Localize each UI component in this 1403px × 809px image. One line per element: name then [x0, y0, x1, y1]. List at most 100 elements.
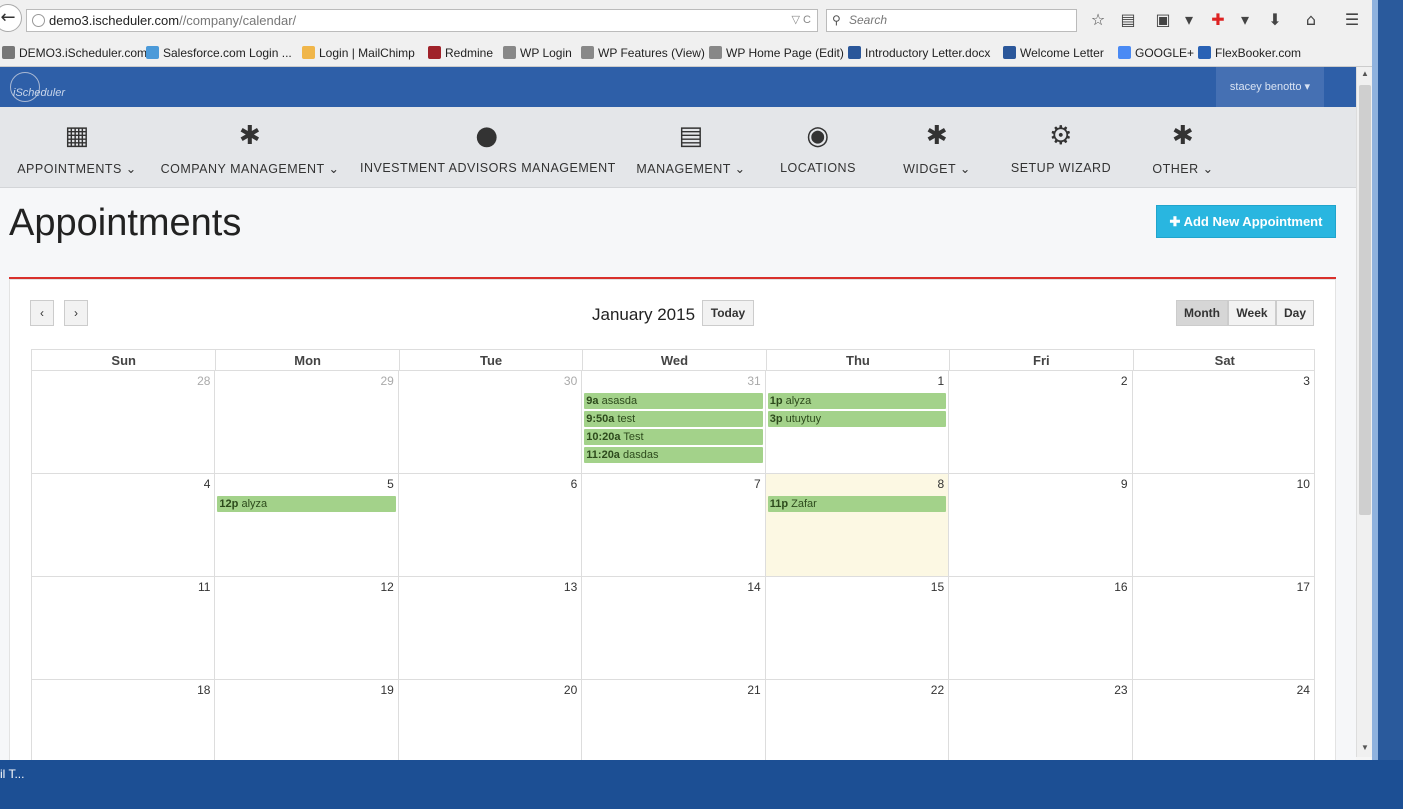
calendar-day-cell[interactable]: 13 [397, 577, 582, 680]
nav-company-management[interactable]: ✱ COMPANY MANAGEMENT ⌄ [160, 107, 340, 188]
bookmark-item[interactable]: DEMO3.iScheduler.com [2, 46, 147, 60]
bookmark-icon [428, 46, 441, 59]
calendar-day-cell[interactable]: 21 [581, 680, 764, 760]
page-scrollbar[interactable]: ▲ ▼ [1356, 67, 1372, 757]
view-day-button[interactable]: Day [1276, 300, 1314, 326]
calendar-day-cell[interactable]: 30 [397, 371, 582, 474]
bookmark-label: Introductory Letter.docx [865, 46, 991, 60]
calendar-day-cell[interactable]: 17 [1131, 577, 1315, 680]
calendar-day-cell[interactable]: 24 [1131, 680, 1315, 760]
bookmark-item[interactable]: Salesforce.com Login ... [146, 46, 292, 60]
calendar-day-cell[interactable]: 14 [581, 577, 765, 680]
taskbar-item[interactable]: il T... [0, 767, 24, 781]
calendar-event[interactable]: 11p Zafar [767, 496, 947, 512]
url-field[interactable]: demo3.ischeduler.com//company/calendar/ … [26, 9, 818, 32]
bookmark-item[interactable]: WP Home Page (Edit) [709, 46, 844, 60]
calendar-event[interactable]: 1p alyza [767, 393, 947, 409]
calendar-day-cell[interactable]: 12 [214, 577, 398, 680]
app-logo[interactable]: iScheduler [10, 72, 72, 102]
calendar-day-cell[interactable]: 5 12p alyza [214, 474, 398, 577]
calendar-day-cell[interactable]: 3 [1131, 371, 1315, 474]
calendar-day-cell[interactable]: 22 [764, 680, 948, 760]
nav-investment-advisors-management[interactable]: ● INVESTMENT ADVISORS MANAGEMENT [360, 107, 615, 188]
calendar-day-cell[interactable]: 1 1p alyza 3p utuytuy [764, 371, 949, 474]
nav-label: WIDGET ⌄ [895, 161, 979, 176]
calendar-day-cell[interactable]: 7 [581, 474, 765, 577]
calendar-day-cell[interactable]: 20 [397, 680, 581, 760]
bookmark-item[interactable]: WP Login [503, 46, 572, 60]
event-time: 11p [769, 498, 789, 510]
bookmark-item[interactable]: Redmine [428, 46, 493, 60]
nav-appointments[interactable]: ▦ APPOINTMENTS ⌄ [8, 107, 146, 188]
calendar-day-cell[interactable]: 10 [1131, 474, 1315, 577]
nav-widget[interactable]: ✱ WIDGET ⌄ [895, 107, 979, 188]
nav-label-text: APPOINTMENTS [17, 162, 122, 176]
bookmark-icon [709, 46, 722, 59]
calendar-day-cell[interactable]: 29 [214, 371, 398, 474]
download-icon[interactable]: ⬇ [1264, 9, 1286, 31]
day-number: 23 [1114, 683, 1128, 697]
day-number: 20 [563, 683, 578, 697]
calendar-day-cell[interactable]: 19 [214, 680, 397, 760]
bookmark-item[interactable]: GOOGLE+ [1118, 46, 1194, 60]
nav-label: APPOINTMENTS ⌄ [8, 161, 146, 176]
user-menu[interactable]: stacey benotto ▾ [1216, 67, 1324, 107]
next-month-button[interactable]: › [64, 300, 88, 326]
save-icon[interactable]: ▣ [1152, 9, 1174, 31]
nav-management[interactable]: ▤ MANAGEMENT ⌄ [630, 107, 752, 188]
nav-setup-wizard[interactable]: ⚙ SETUP WIZARD [1005, 107, 1117, 188]
calendar-day-cell[interactable]: 28 [31, 371, 215, 474]
search-icon: ⚲ [832, 13, 841, 27]
star-icon[interactable]: ☆ [1087, 9, 1109, 31]
home-icon[interactable]: ⌂ [1300, 9, 1322, 31]
bookmark-item[interactable]: WP Features (View) [581, 46, 705, 60]
bookmarks-bar: DEMO3.iScheduler.com Salesforce.com Login… [0, 40, 1378, 67]
calendar-event[interactable]: 12p alyza [217, 496, 396, 512]
calendar-day-cell[interactable]: 31 9a asasda 9:50a test 10:20a Test 11:20a d… [581, 371, 765, 474]
nav-locations[interactable]: ◉ LOCATIONS [768, 107, 868, 188]
addon-icon[interactable]: ✚ [1207, 9, 1229, 31]
search-input[interactable]: ⚲ Search [826, 9, 1077, 32]
view-month-button[interactable]: Month [1176, 300, 1228, 326]
scroll-thumb[interactable] [1359, 85, 1371, 515]
bookmark-item[interactable]: FlexBooker.com [1198, 46, 1301, 60]
chevron-down-icon: ⌄ [955, 162, 971, 176]
scroll-up-icon[interactable]: ▲ [1357, 67, 1373, 81]
back-button[interactable]: ← [0, 4, 22, 32]
add-appointment-button[interactable]: ✚ Add New Appointment [1156, 205, 1336, 238]
nav-other[interactable]: ✱ OTHER ⌄ [1145, 107, 1221, 188]
menu-icon[interactable]: ☰ [1341, 9, 1363, 31]
today-button[interactable]: Today [702, 300, 754, 326]
chevron-down-icon[interactable]: ▾ [1234, 9, 1256, 31]
nav-label-text: SETUP WIZARD [1010, 161, 1112, 175]
bookmark-label: Redmine [445, 46, 494, 60]
calendar-day-cell[interactable]: 16 [948, 577, 1132, 680]
calendar-day-cell[interactable]: 4 [31, 474, 215, 577]
calendar-event[interactable]: 3p utuytuy [767, 411, 947, 427]
calendar-day-cell[interactable]: 6 [397, 474, 582, 577]
calendar-day-cell[interactable]: 11 [31, 577, 215, 680]
list-icon: ▤ [678, 121, 704, 151]
calendar-day-cell[interactable]: 9 [948, 474, 1132, 577]
scroll-down-icon[interactable]: ▼ [1357, 741, 1373, 755]
event-time: 9a [586, 395, 599, 407]
chevron-down-icon[interactable]: ▾ [1178, 9, 1200, 31]
prev-month-button[interactable]: ‹ [30, 300, 54, 326]
bookmark-item[interactable]: Welcome Letter [1003, 46, 1104, 60]
reading-list-icon[interactable]: ▤ [1117, 9, 1139, 31]
calendar-event[interactable]: 10:20a Test [584, 429, 763, 445]
calendar-event[interactable]: 9a asasda [584, 393, 763, 409]
calendar-day-cell[interactable]: 2 [948, 371, 1132, 474]
calendar-day-cell[interactable]: 23 [948, 680, 1131, 760]
bookmark-item[interactable]: Introductory Letter.docx [848, 46, 990, 60]
calendar-event[interactable]: 11:20a dasdas [584, 447, 763, 463]
reload-icon[interactable]: ▽ C [792, 10, 811, 31]
calendar-event[interactable]: 9:50a test [584, 411, 763, 427]
calendar-day-cell[interactable]: 15 [764, 577, 949, 680]
day-number: 7 [754, 477, 761, 491]
url-host: demo3.ischeduler.com [49, 13, 180, 28]
calendar-day-cell[interactable]: 8 11p Zafar [764, 474, 949, 577]
bookmark-item[interactable]: Login | MailChimp [302, 46, 415, 60]
view-week-button[interactable]: Week [1228, 300, 1276, 326]
calendar-day-cell[interactable]: 18 [31, 680, 214, 760]
